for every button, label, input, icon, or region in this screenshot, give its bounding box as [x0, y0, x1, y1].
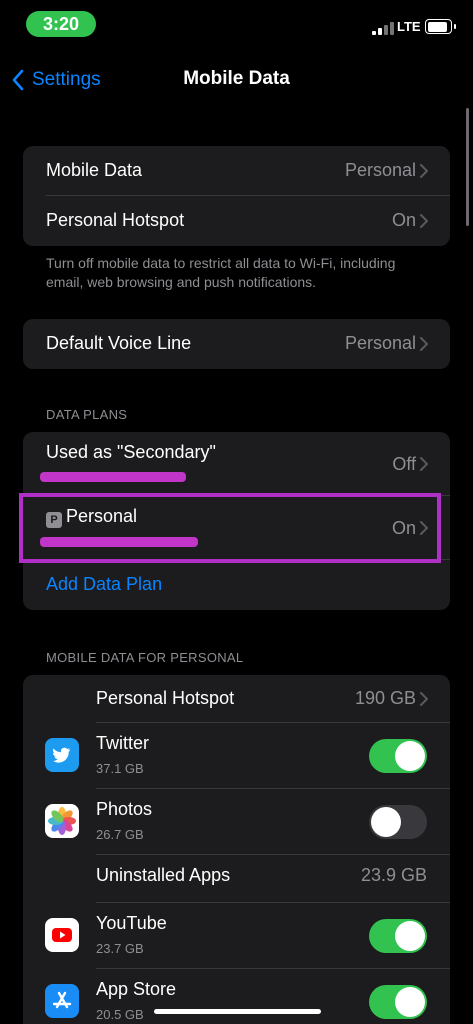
app-name: Photos	[96, 799, 153, 819]
row-value: Personal	[344, 160, 416, 180]
photos-data-toggle[interactable]	[369, 805, 427, 839]
chevron-right-icon	[420, 214, 428, 228]
row-label: Used as "Secondary"	[46, 442, 216, 462]
app-name: Twitter	[96, 733, 150, 753]
row-label: Uninstalled Apps	[96, 865, 231, 885]
row-label: Default Voice Line	[46, 333, 192, 353]
row-value: 23.9 GB	[360, 865, 427, 885]
network-type: LTE	[397, 19, 421, 34]
navigation-bar: Settings Mobile Data	[0, 56, 473, 106]
row-label: Personal Hotspot	[96, 688, 235, 708]
row-value: 190 GB	[354, 688, 416, 708]
app-row-twitter: Twitter 37.1 GB	[23, 723, 450, 789]
usage-header: MOBILE DATA FOR PERSONAL	[46, 650, 244, 665]
cellular-signal-icon	[372, 21, 394, 35]
uninstalled-apps-row: Uninstalled Apps 23.9 GB	[23, 855, 450, 903]
app-row-photos: Photos 26.7 GB	[23, 789, 450, 855]
highlight-box	[19, 493, 441, 563]
youtube-icon	[45, 918, 79, 952]
chevron-right-icon	[420, 164, 428, 178]
twitter-data-toggle[interactable]	[369, 739, 427, 773]
chevron-right-icon	[420, 337, 428, 351]
row-label: Personal Hotspot	[46, 210, 185, 230]
chevron-right-icon	[420, 692, 428, 706]
usage-group: Personal Hotspot 190 GB Twitter 37.1 GB	[23, 675, 450, 1024]
home-indicator[interactable]	[154, 1009, 321, 1014]
app-name: App Store	[96, 979, 177, 999]
redaction-mark	[40, 472, 186, 482]
app-size: 37.1 GB	[96, 761, 144, 776]
scroll-indicator[interactable]	[466, 108, 469, 226]
personal-hotspot-row[interactable]: Personal Hotspot On	[23, 196, 450, 246]
app-store-icon	[45, 984, 79, 1018]
app-size: 20.5 GB	[96, 1007, 144, 1022]
mobile-data-row[interactable]: Mobile Data Personal	[23, 146, 450, 196]
battery-icon	[425, 19, 456, 34]
twitter-icon	[45, 738, 79, 772]
youtube-data-toggle[interactable]	[369, 919, 427, 953]
status-time[interactable]: 3:20	[26, 11, 96, 37]
app-row-app-store: App Store 20.5 GB	[23, 969, 450, 1024]
app-row-youtube: YouTube 23.7 GB	[23, 903, 450, 969]
secondary-plan-row[interactable]: Used as "Secondary" Off	[23, 432, 450, 496]
app-size: 23.7 GB	[96, 941, 144, 956]
row-value: Personal	[344, 333, 416, 353]
chevron-right-icon	[420, 457, 428, 471]
data-plans-header: DATA PLANS	[46, 407, 128, 422]
status-bar: 3:20 LTE	[0, 0, 473, 46]
photos-icon	[45, 804, 79, 838]
row-label: Mobile Data	[46, 160, 143, 180]
app-store-data-toggle[interactable]	[369, 985, 427, 1019]
mobile-data-footnote: Turn off mobile data to restrict all dat…	[46, 255, 396, 290]
add-data-plan-link[interactable]: Add Data Plan	[46, 574, 162, 595]
voice-line-group: Default Voice Line Personal	[23, 319, 450, 369]
page-title: Mobile Data	[183, 68, 290, 89]
default-voice-line-row[interactable]: Default Voice Line Personal	[23, 319, 450, 369]
hotspot-usage-row[interactable]: Personal Hotspot 190 GB	[23, 675, 450, 723]
add-data-plan-row[interactable]: Add Data Plan	[23, 560, 450, 610]
app-size: 26.7 GB	[96, 827, 144, 842]
mobile-data-group: Mobile Data Personal Personal Hotspot On	[23, 146, 450, 246]
row-value: Off	[392, 454, 416, 474]
row-value: On	[391, 210, 416, 230]
app-name: YouTube	[96, 913, 167, 933]
